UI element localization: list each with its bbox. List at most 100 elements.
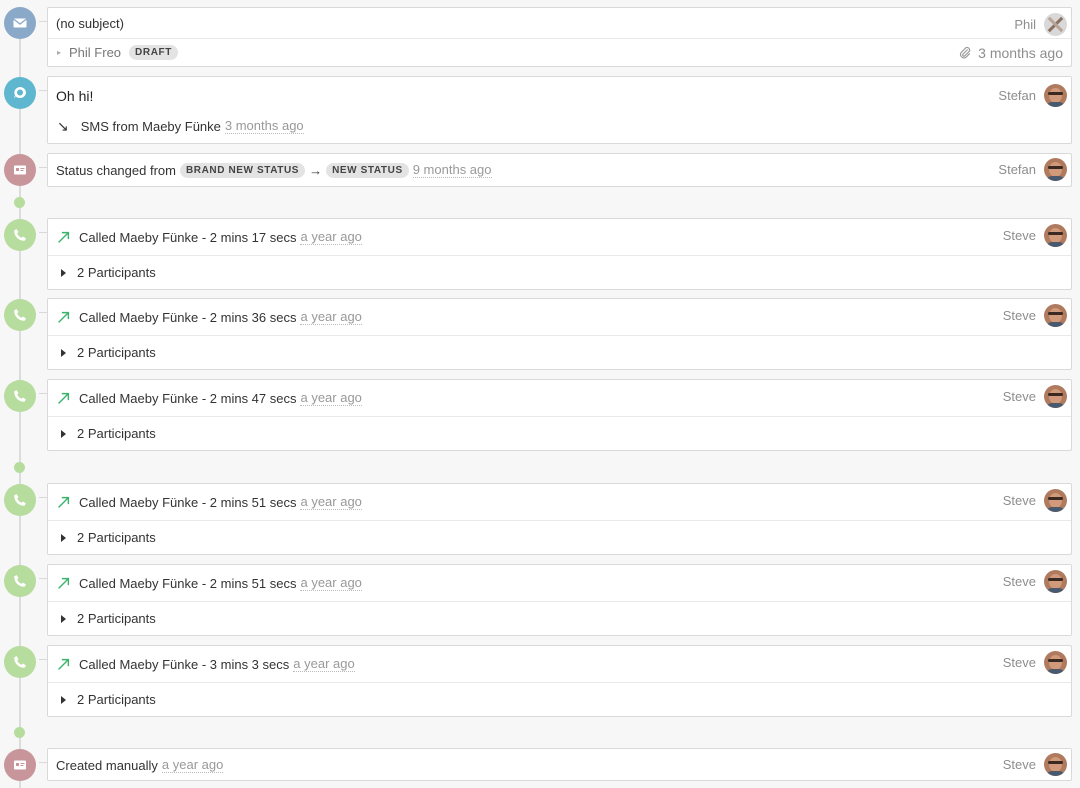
avatar	[1044, 84, 1067, 107]
participants-toggle[interactable]: 2 Participants	[48, 682, 1071, 716]
participants-toggle[interactable]: 2 Participants	[48, 601, 1071, 635]
call-summary: Called Maeby Fünke - 2 mins 51 secs	[79, 494, 297, 510]
sms-time: 3 months ago	[224, 117, 304, 134]
status-user: Stefan	[998, 158, 1067, 181]
call-activity[interactable]: Called Maeby Fünke - 2 mins 51 secs a yea…	[39, 564, 1072, 636]
call-user: Steve	[1003, 385, 1067, 408]
participants-label: 2 Participants	[77, 345, 156, 360]
status-arrow: →	[309, 162, 323, 178]
phone-icon	[4, 646, 36, 678]
call-user-name: Steve	[1002, 228, 1036, 243]
status-change-activity[interactable]: Status changed from BRAND NEW STATUS → N…	[39, 153, 1072, 187]
avatar	[1044, 13, 1067, 36]
sms-activity[interactable]: Oh hi! Stefan ↘ SMS from Maeby Fünke 3 m…	[39, 76, 1072, 144]
call-summary: Called Maeby Fünke - 2 mins 36 secs	[79, 309, 297, 325]
call-summary: Called Maeby Fünke - 3 mins 3 secs	[79, 656, 290, 672]
call-user: Steve	[1003, 570, 1067, 593]
call-summary: Called Maeby Fünke - 2 mins 47 secs	[79, 390, 297, 406]
sms-body: Oh hi!	[56, 88, 94, 104]
sms-user: Stefan	[998, 84, 1067, 107]
id-card-icon	[4, 749, 36, 781]
avatar	[1044, 385, 1067, 408]
timeline-dot	[14, 462, 25, 473]
to-status-badge: NEW STATUS	[326, 162, 409, 178]
sms-user-name: Stefan	[998, 88, 1036, 103]
avatar	[1044, 753, 1067, 776]
incoming-arrow-icon: ↘	[57, 117, 69, 134]
chat-bubble-icon	[4, 77, 36, 109]
outgoing-arrow-icon	[58, 392, 70, 404]
created-user: Steve	[1003, 753, 1067, 776]
caret-right-icon[interactable]	[61, 348, 66, 357]
phone-icon	[4, 219, 36, 251]
avatar	[1044, 158, 1067, 181]
participants-label: 2 Participants	[77, 692, 156, 707]
outgoing-arrow-icon	[58, 496, 70, 508]
caret-right-icon[interactable]	[61, 429, 66, 438]
call-activity[interactable]: Called Maeby Fünke - 2 mins 51 secs a yea…	[39, 483, 1072, 555]
created-text: Created manually	[56, 757, 158, 773]
email-user-name: Phil	[1014, 17, 1036, 32]
call-activity[interactable]: Called Maeby Fünke - 2 mins 47 secs a yea…	[39, 379, 1072, 451]
call-time: a year ago	[300, 389, 362, 406]
phone-icon	[4, 565, 36, 597]
phone-icon	[4, 380, 36, 412]
caret-right-icon[interactable]	[61, 533, 66, 542]
call-user-name: Steve	[1002, 574, 1036, 589]
outgoing-arrow-icon	[58, 231, 70, 243]
created-user-name: Steve	[1002, 757, 1036, 772]
call-user: Steve	[1003, 224, 1067, 247]
outgoing-arrow-icon	[58, 577, 70, 589]
from-status-badge: BRAND NEW STATUS	[179, 162, 306, 178]
email-activity[interactable]: (no subject) Phil ▸ Phil Freo DRAFT 3 mo…	[39, 7, 1072, 67]
avatar	[1044, 651, 1067, 674]
participants-label: 2 Participants	[77, 426, 156, 441]
email-user: Phil	[1014, 13, 1067, 36]
call-user: Steve	[1003, 304, 1067, 327]
participants-toggle[interactable]: 2 Participants	[48, 520, 1071, 554]
call-activity[interactable]: Called Maeby Fünke - 3 mins 3 secs a year…	[39, 645, 1072, 717]
participants-label: 2 Participants	[77, 611, 156, 626]
status-user-name: Stefan	[998, 162, 1036, 177]
call-user-name: Steve	[1002, 308, 1036, 323]
participants-label: 2 Participants	[77, 530, 156, 545]
call-summary: Called Maeby Fünke - 2 mins 17 secs	[79, 229, 297, 245]
call-user-name: Steve	[1002, 493, 1036, 508]
timeline-dot	[14, 727, 25, 738]
phone-icon	[4, 299, 36, 331]
email-time: 3 months ago	[978, 44, 1063, 61]
call-summary: Called Maeby Fünke - 2 mins 51 secs	[79, 575, 297, 591]
caret-right-icon[interactable]	[61, 695, 66, 704]
email-icon	[4, 7, 36, 39]
call-time: a year ago	[293, 655, 355, 672]
phone-icon	[4, 484, 36, 516]
email-subject[interactable]: (no subject)	[56, 16, 124, 31]
avatar	[1044, 224, 1067, 247]
caret-right-icon[interactable]	[61, 268, 66, 277]
call-user: Steve	[1003, 489, 1067, 512]
avatar	[1044, 489, 1067, 512]
status-prefix: Status changed from	[56, 162, 176, 178]
email-time-group: 3 months ago	[958, 45, 1063, 61]
draft-badge: DRAFT	[129, 45, 178, 60]
outgoing-arrow-icon	[58, 658, 70, 670]
attachment-icon	[960, 46, 971, 58]
created-time: a year ago	[161, 756, 224, 773]
call-time: a year ago	[300, 493, 362, 510]
call-time: a year ago	[300, 228, 362, 245]
call-time: a year ago	[300, 574, 362, 591]
participants-toggle[interactable]: 2 Participants	[48, 255, 1071, 289]
call-activity[interactable]: Called Maeby Fünke - 2 mins 36 secs a yea…	[39, 298, 1072, 370]
participants-toggle[interactable]: 2 Participants	[48, 416, 1071, 450]
outgoing-arrow-icon	[58, 311, 70, 323]
call-user-name: Steve	[1002, 389, 1036, 404]
caret-right-icon[interactable]	[61, 614, 66, 623]
expand-arrow-icon[interactable]: ▸	[57, 48, 61, 57]
call-user-name: Steve	[1002, 655, 1036, 670]
email-from: Phil Freo	[69, 45, 122, 60]
created-activity[interactable]: Created manually a year ago Steve	[39, 748, 1072, 781]
call-activity[interactable]: Called Maeby Fünke - 2 mins 17 secs a yea…	[39, 218, 1072, 290]
call-time: a year ago	[300, 308, 362, 325]
participants-toggle[interactable]: 2 Participants	[48, 335, 1071, 369]
timeline-dot	[14, 197, 25, 208]
